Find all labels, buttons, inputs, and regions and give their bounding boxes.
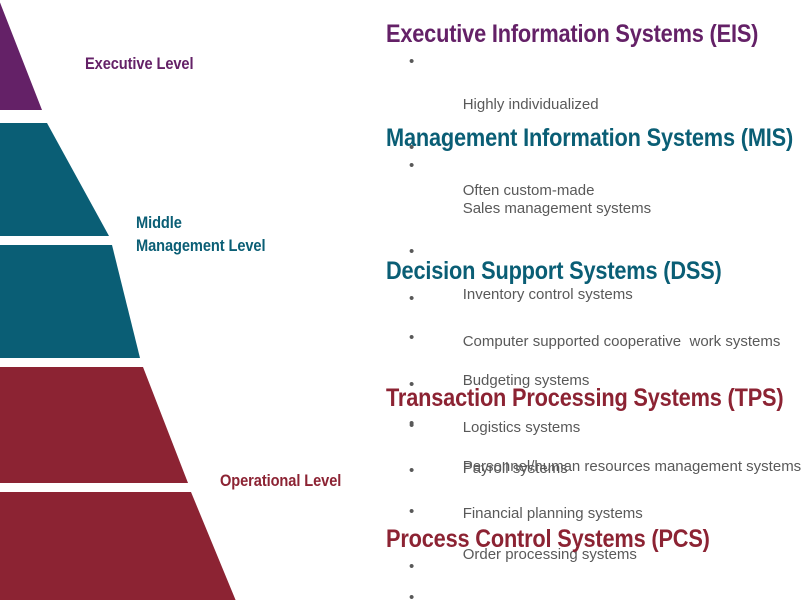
list-item-label: Computer supported cooperative work syst…	[462, 333, 781, 350]
systems-content-column: Executive Information Systems (EIS) • Hi…	[386, 0, 801, 600]
list-item: • Monitor and control physical processes	[386, 556, 796, 600]
bullet-dot-icon: •	[409, 53, 415, 70]
bullet-dot-icon: •	[409, 503, 415, 520]
pyramid-diagram	[0, 0, 380, 600]
system-block-pcs: Process Control Systems (PCS) • Monitor …	[386, 525, 796, 600]
bullet-list-pcs: • Monitor and control physical processes	[386, 556, 796, 600]
list-item-label: Highly individualized	[462, 96, 599, 113]
heading-mis: Management Information Systems (MIS)	[386, 124, 794, 152]
pyramid-tier-operational-upper	[0, 367, 188, 483]
tier-label-operational: Operational Level	[220, 471, 342, 490]
slide-canvas: Executive Level Middle Management Level …	[0, 0, 801, 600]
list-item: • Payroll systems	[386, 415, 796, 501]
heading-tps: Transaction Processing Systems (TPS)	[386, 384, 784, 412]
tier-label-middle-management: Middle Management Level	[136, 213, 266, 255]
heading-dss: Decision Support Systems (DSS)	[386, 257, 722, 285]
bullet-dot-icon: •	[409, 558, 415, 575]
list-item-label: Sales management systems	[462, 200, 652, 217]
bullet-dot-icon: •	[409, 157, 415, 174]
list-item: • Sales management systems	[386, 155, 796, 241]
bullet-dot-icon: •	[409, 290, 415, 307]
list-item: • Computer supported cooperative work sy…	[386, 288, 796, 374]
pyramid-tier-executive	[0, 2, 42, 110]
bullet-dot-icon: •	[409, 417, 415, 434]
heading-eis: Executive Information Systems (EIS)	[386, 20, 759, 48]
pyramid-tier-middle-lower	[0, 245, 140, 358]
pyramid-tier-middle-upper	[0, 123, 109, 236]
heading-pcs: Process Control Systems (PCS)	[386, 525, 710, 553]
list-item-label: Payroll systems	[462, 460, 568, 477]
tier-label-executive: Executive Level	[85, 54, 194, 73]
pyramid-tier-operational-lower	[0, 492, 236, 600]
